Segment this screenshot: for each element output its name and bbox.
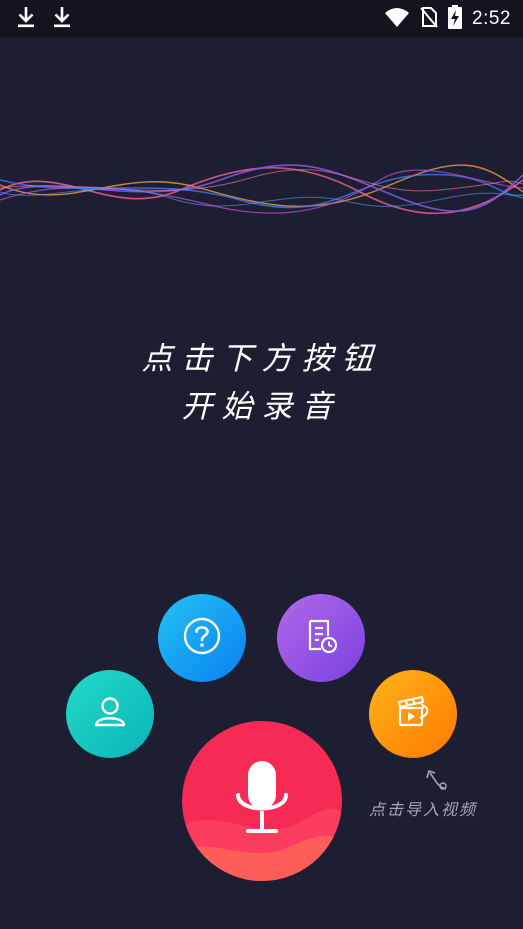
hint-arrow-icon bbox=[424, 767, 450, 797]
status-left bbox=[16, 6, 72, 32]
history-button[interactable] bbox=[277, 594, 365, 682]
download-icon bbox=[16, 6, 36, 32]
video-import-icon bbox=[393, 692, 433, 736]
history-list-icon bbox=[301, 616, 341, 660]
prompt-line-2: 开始录音 bbox=[181, 389, 342, 425]
question-icon bbox=[182, 616, 222, 660]
record-button[interactable] bbox=[182, 721, 342, 881]
user-icon bbox=[90, 692, 130, 736]
sound-wave-graphic bbox=[0, 164, 523, 215]
wifi-icon bbox=[384, 6, 410, 32]
status-bar: 2:52 bbox=[0, 0, 523, 37]
status-time: 2:52 bbox=[472, 8, 511, 29]
profile-button[interactable] bbox=[66, 670, 154, 758]
status-right: 2:52 bbox=[384, 5, 511, 33]
import-video-button[interactable] bbox=[369, 670, 457, 758]
prompt-line-1: 点击下方按钮 bbox=[141, 341, 382, 377]
help-button[interactable] bbox=[158, 594, 246, 682]
no-sim-icon bbox=[420, 6, 438, 32]
import-video-hint: 点击导入视频 bbox=[369, 800, 478, 819]
microphone-icon bbox=[232, 759, 292, 843]
download-icon bbox=[52, 6, 72, 32]
battery-charging-icon bbox=[448, 5, 463, 33]
record-prompt: 点击下方按钮 开始录音 bbox=[0, 335, 523, 431]
